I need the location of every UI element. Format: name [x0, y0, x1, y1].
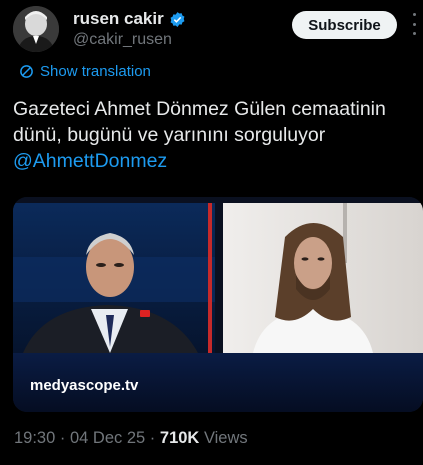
author-handle[interactable]: @cakir_rusen — [73, 31, 172, 49]
more-vertical-icon[interactable] — [409, 13, 419, 35]
tweet-date[interactable]: 04 Dec 25 — [70, 429, 145, 447]
show-translation-label: Show translation — [40, 63, 151, 80]
avatar[interactable] — [13, 6, 59, 52]
show-translation-link[interactable]: Show translation — [19, 63, 151, 80]
tweet-meta: 19:30 · 04 Dec 25 · 710K Views — [14, 429, 248, 448]
author-name[interactable]: rusen cakir — [73, 9, 164, 29]
meta-separator: · — [149, 429, 160, 447]
globe-translate-icon — [20, 65, 33, 78]
tweet-time[interactable]: 19:30 — [14, 429, 55, 447]
tweet-body: Gazeteci Ahmet Dönmez Gülen cemaatinin d… — [13, 96, 421, 174]
tweet-text: Gazeteci Ahmet Dönmez Gülen cemaatinin d… — [13, 98, 386, 146]
views-count: 710K — [159, 429, 200, 447]
video-thumbnail[interactable]: medyascope.tv — [13, 197, 423, 412]
mention-link[interactable]: @AhmettDonmez — [13, 150, 167, 172]
views-label: Views — [203, 429, 248, 447]
subscribe-button[interactable]: Subscribe — [292, 11, 397, 39]
watermark-label: medyascope.tv — [30, 377, 139, 394]
meta-separator: · — [59, 429, 70, 447]
verified-badge-icon — [170, 11, 185, 27]
